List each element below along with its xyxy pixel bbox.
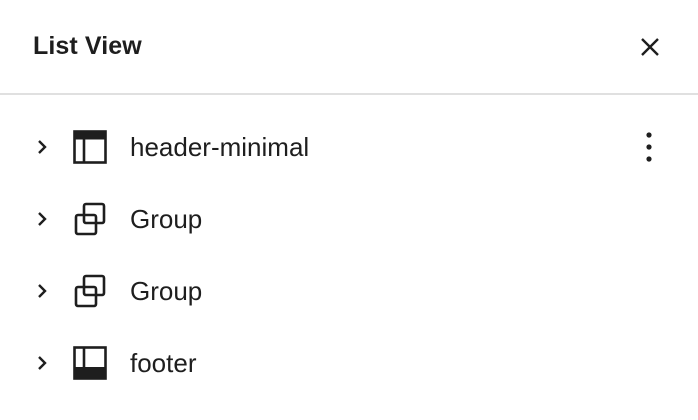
list-item-label: Group: [130, 203, 203, 234]
group-icon: [72, 201, 108, 237]
panel-title: List View: [33, 32, 142, 60]
list-item-label: footer: [130, 347, 197, 378]
chevron-right-icon: [38, 212, 47, 226]
list-item-label: header-minimal: [130, 131, 310, 162]
expand-toggle[interactable]: [30, 351, 54, 375]
close-icon: [641, 37, 659, 56]
more-vertical-icon: [646, 132, 652, 162]
group-icon: [72, 273, 108, 309]
panel-header: List View: [0, 0, 698, 95]
block-list: header-minimal Group Group footer: [0, 111, 698, 399]
expand-toggle[interactable]: [30, 207, 54, 231]
chevron-right-icon: [38, 284, 47, 298]
template-part-header-icon: [72, 129, 108, 165]
list-view-panel: List View header-minimal Group Group foo…: [0, 0, 698, 420]
chevron-right-icon: [38, 356, 47, 370]
expand-toggle[interactable]: [30, 279, 54, 303]
list-item-group[interactable]: Group: [0, 255, 698, 327]
expand-toggle[interactable]: [30, 135, 54, 159]
template-part-footer-icon: [72, 345, 108, 381]
close-button[interactable]: [630, 27, 670, 67]
list-item-label: Group: [130, 275, 203, 306]
list-item-header-minimal[interactable]: header-minimal: [0, 111, 698, 183]
chevron-right-icon: [38, 140, 47, 154]
list-item-footer[interactable]: footer: [0, 327, 698, 399]
list-item-group[interactable]: Group: [0, 183, 698, 255]
options-menu-button[interactable]: [634, 127, 664, 167]
